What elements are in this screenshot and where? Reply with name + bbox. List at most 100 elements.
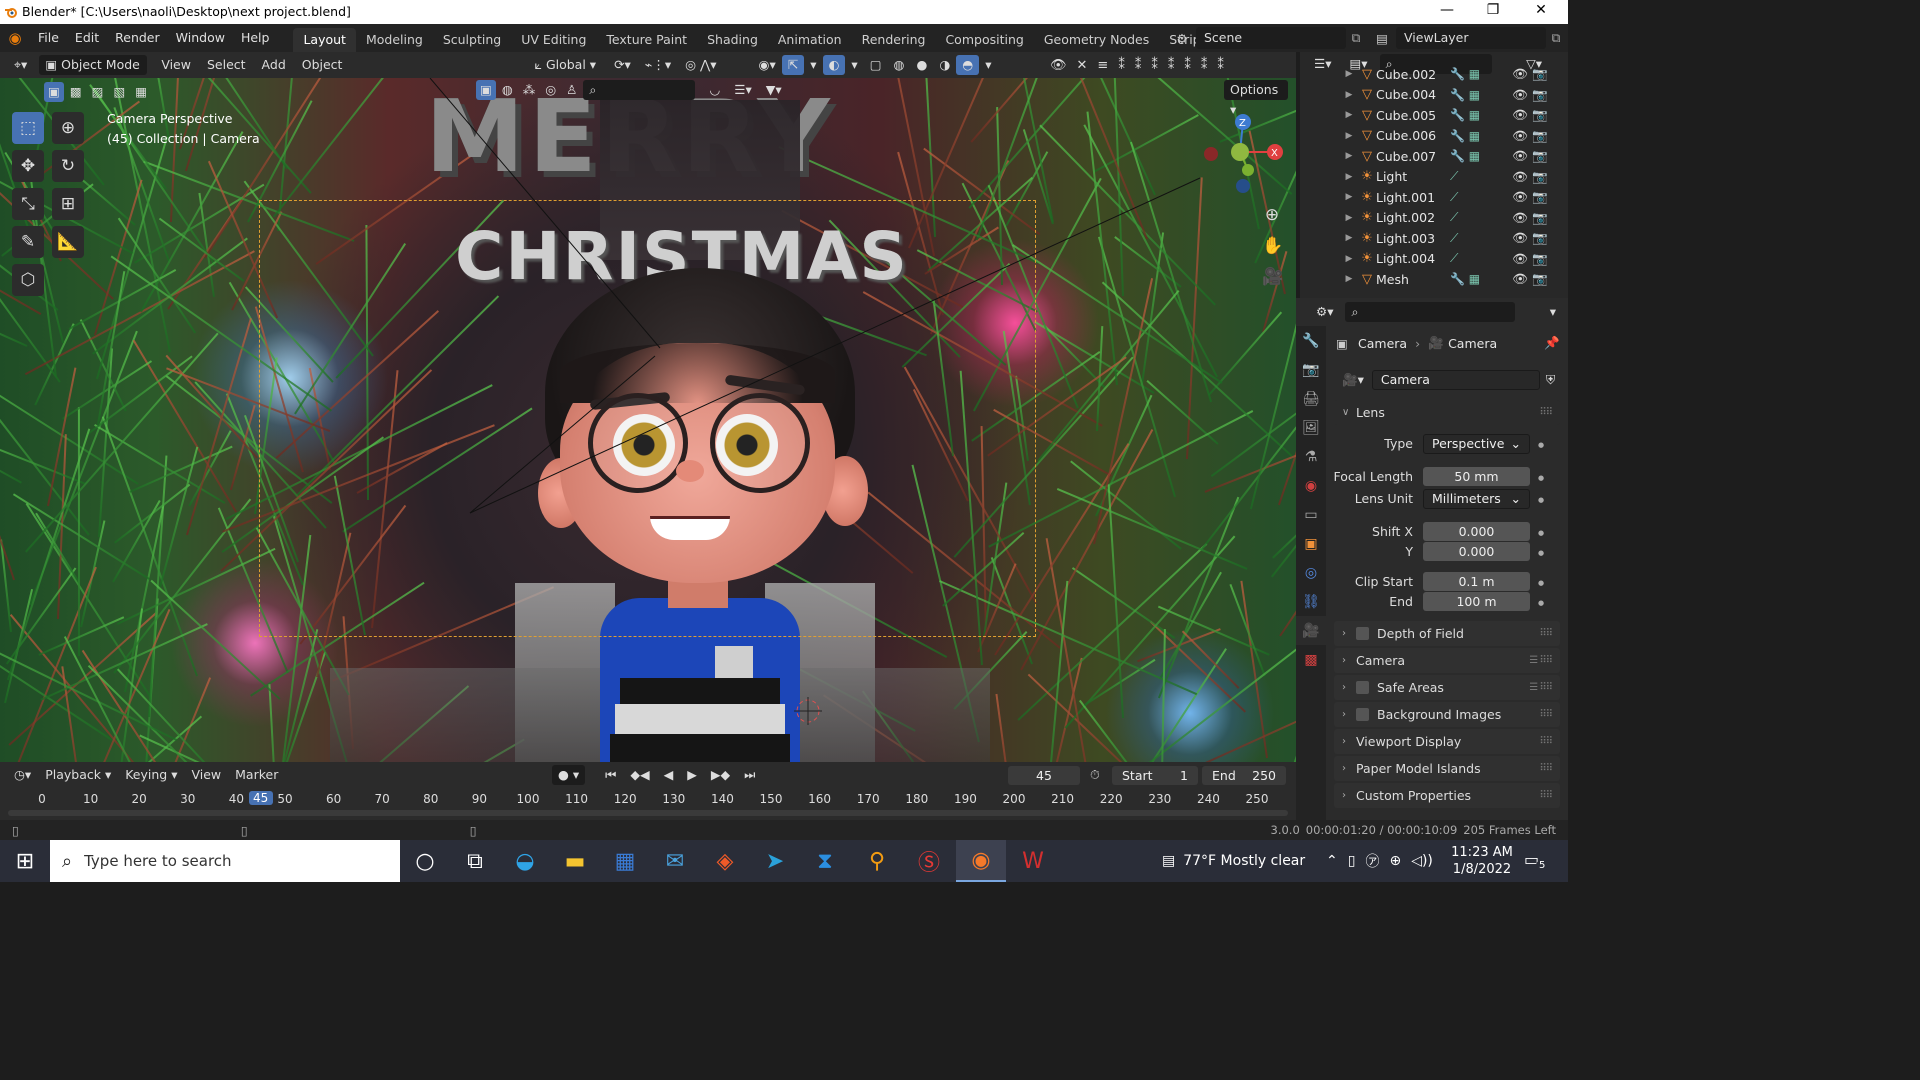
background-images-panel[interactable]: › Background Images ⠿⠿ xyxy=(1334,702,1560,727)
snap-icon[interactable]: ⌁⋮▾ xyxy=(639,55,677,75)
output-tab-icon[interactable]: 🖨 xyxy=(1296,384,1326,413)
outliner-item-name[interactable]: Cube.005 xyxy=(1376,108,1450,123)
taskbar-clock[interactable]: 11:23 AM 1/8/2022 xyxy=(1446,844,1518,878)
menu-view[interactable]: View xyxy=(155,55,197,75)
edge-icon[interactable]: ◒ xyxy=(500,840,550,882)
select-box-tool-icon[interactable]: ⬚ xyxy=(12,112,44,144)
cortana-icon[interactable]: ○ xyxy=(400,840,450,882)
maximize-button[interactable]: ❐ xyxy=(1470,2,1516,22)
focal-length-field[interactable]: 50 mm xyxy=(1423,467,1530,486)
outliner-editor-type-icon[interactable]: ☰▾ xyxy=(1308,54,1337,74)
outliner-row[interactable]: ▶ ▽ Mesh 🔧 ▦ 👁 📷 xyxy=(1340,269,1568,286)
properties-editor-type-icon[interactable]: ⚙▾ xyxy=(1310,302,1339,322)
camera-render-icon[interactable]: 📷 xyxy=(1530,169,1550,185)
blender-menu-icon[interactable]: ◉ xyxy=(0,29,30,47)
mesh-tool-icon[interactable]: ◍ xyxy=(498,80,517,100)
fake-user-shield-icon[interactable]: ⛨ xyxy=(1540,370,1561,390)
shift-y-field[interactable]: 0.000 xyxy=(1423,542,1530,561)
lens-panel-header[interactable]: ∨ Lens ⠿⠿ xyxy=(1334,400,1560,425)
object-tab-icon[interactable]: ▣ xyxy=(1296,529,1326,558)
navigation-gizmo[interactable]: Z X xyxy=(1200,112,1290,202)
grip-icon[interactable]: ⠿⠿ xyxy=(1539,790,1553,801)
eye-visibility-icon[interactable]: 👁 xyxy=(1510,107,1530,123)
outliner-item-name[interactable]: Light xyxy=(1376,169,1450,184)
expand-arrow-icon[interactable]: ▶ xyxy=(1340,254,1358,264)
grip-icon[interactable]: ⠿⠿ xyxy=(1539,709,1553,720)
move-tool-icon[interactable]: ✥ xyxy=(12,150,44,182)
menu-object[interactable]: Object xyxy=(296,55,349,75)
outliner-item-name[interactable]: Light.004 xyxy=(1376,251,1450,266)
telegram-icon[interactable]: ➤ xyxy=(750,840,800,882)
keyframe-dot-icon[interactable]: ● xyxy=(1538,495,1544,506)
add-cube-tool-icon[interactable]: ⬡ xyxy=(12,264,44,296)
modifier-tab-icon[interactable]: ◎ xyxy=(1296,558,1326,587)
list-grip-icon[interactable]: ☰ ⠿⠿ xyxy=(1529,682,1553,693)
tab-sculpting[interactable]: Sculpting xyxy=(433,28,511,52)
render-tab-icon[interactable]: 📷 xyxy=(1296,355,1326,384)
brave-app-icon[interactable]: ◈ xyxy=(700,840,750,882)
outliner-item-name[interactable]: Light.003 xyxy=(1376,231,1450,246)
constraint-tab-icon[interactable]: ⛓ xyxy=(1296,587,1326,616)
shading-solid-icon[interactable]: ● xyxy=(910,55,933,75)
scale-tool-icon[interactable]: ⤡ xyxy=(12,188,44,220)
file-explorer-icon[interactable]: ▬ xyxy=(550,840,600,882)
grip-icon[interactable]: ⠿⠿ xyxy=(1539,763,1553,774)
measure-tool-icon[interactable]: 📐 xyxy=(52,226,84,258)
menu-file[interactable]: File xyxy=(30,24,67,52)
camera-render-icon[interactable]: 📷 xyxy=(1530,148,1550,164)
select-new-icon[interactable]: ▣ xyxy=(44,82,64,102)
taskbar-search-box[interactable]: ⌕ Type here to search xyxy=(50,840,400,882)
ring-filter-icon[interactable]: ≡ xyxy=(1097,58,1108,73)
windows-start-icon[interactable]: ⊞ xyxy=(0,840,50,882)
outliner-row[interactable]: ▶ ▽ Cube.006 🔧 ▦ 👁 📷 xyxy=(1340,126,1568,147)
pin-icon[interactable]: 📌 xyxy=(1544,335,1560,351)
vscode-icon[interactable]: ⧗ xyxy=(800,840,850,882)
particle-tool-icon[interactable]: ⁂ xyxy=(519,80,540,100)
eye-visibility-icon[interactable]: 👁 xyxy=(1510,189,1530,205)
tab-shading[interactable]: Shading xyxy=(697,28,768,52)
outliner-row[interactable]: ▶ ▽ Cube.002 🔧 ▦ 👁 📷 xyxy=(1340,64,1568,85)
eye-visibility-icon[interactable]: 👁 xyxy=(1510,148,1530,164)
outliner-row[interactable]: ▶ ▽ Cube.007 🔧 ▦ 👁 📷 xyxy=(1340,146,1568,167)
outliner-row[interactable]: ▶ ☀ Light.003 ⟋ 👁 📷 xyxy=(1340,228,1568,249)
outliner-item-name[interactable]: Light.002 xyxy=(1376,210,1450,225)
depth-of-field-panel[interactable]: › Depth of Field ⠿⠿ xyxy=(1334,621,1560,646)
eye-visibility-icon[interactable]: 👁 xyxy=(1510,66,1530,82)
outliner-row[interactable]: ▶ ☀ Light.004 ⟋ 👁 📷 xyxy=(1340,249,1568,270)
overlay-toggle-icon[interactable]: ◐ xyxy=(822,55,846,75)
outliner-row[interactable]: ▶ ▽ Cube.005 🔧 ▦ 👁 📷 xyxy=(1340,105,1568,126)
sphere-tool-icon[interactable]: ◎ xyxy=(541,80,560,100)
restrict-icon-1[interactable]: ⁑ xyxy=(1118,58,1125,73)
expand-arrow-icon[interactable]: ▶ xyxy=(1340,172,1358,182)
expand-arrow-icon[interactable]: ▶ xyxy=(1340,69,1358,79)
blender-taskbar-icon[interactable]: ◉ xyxy=(956,840,1006,882)
dof-checkbox[interactable] xyxy=(1356,627,1369,640)
select-subtract-icon[interactable]: ▨ xyxy=(88,82,108,102)
select-extend-icon[interactable]: ▩ xyxy=(66,82,86,102)
camera-data-tab-icon[interactable]: 🎥 xyxy=(1296,616,1326,645)
options-dropdown[interactable]: Options ▾ xyxy=(1224,80,1288,117)
outliner-item-name[interactable]: Cube.004 xyxy=(1376,87,1450,102)
menu-render[interactable]: Render xyxy=(107,24,168,52)
view-layer-tab-icon[interactable]: 🖼 xyxy=(1296,413,1326,442)
expand-arrow-icon[interactable]: ▶ xyxy=(1340,151,1358,161)
mail-icon[interactable]: ✉ xyxy=(650,840,700,882)
menu-help[interactable]: Help xyxy=(233,24,278,52)
keyframe-dot-icon[interactable]: ● xyxy=(1538,440,1544,451)
camera-render-icon[interactable]: 📷 xyxy=(1530,271,1550,286)
menu-add[interactable]: Add xyxy=(256,55,292,75)
keyframe-dot-icon[interactable]: ● xyxy=(1538,528,1544,539)
new-view-layer-icon[interactable]: ⧉ xyxy=(1546,30,1566,46)
paper-model-panel[interactable]: › Paper Model Islands ⠿⠿ xyxy=(1334,756,1560,781)
tab-compositing[interactable]: Compositing xyxy=(935,28,1033,52)
keyframe-dot-icon[interactable]: ● xyxy=(1538,598,1544,609)
eye-visibility-icon[interactable]: 👁 xyxy=(1510,210,1530,226)
orientation-dropdown[interactable]: ⟀ Global ▾ xyxy=(528,55,602,75)
restrict-icon-3[interactable]: ⁑ xyxy=(1151,58,1158,73)
grip-icon[interactable]: ⠿⠿ xyxy=(1539,736,1553,747)
scene-selector[interactable]: ⚙ Scene ⧉ xyxy=(1168,27,1366,49)
transform-tool-icon[interactable]: ⊞ xyxy=(52,188,84,220)
editor-type-icon[interactable]: ⌖▾ xyxy=(8,55,33,75)
gizmo-toggle-icon[interactable]: ⇱ xyxy=(781,55,805,75)
outliner-item-name[interactable]: Cube.002 xyxy=(1376,67,1450,82)
